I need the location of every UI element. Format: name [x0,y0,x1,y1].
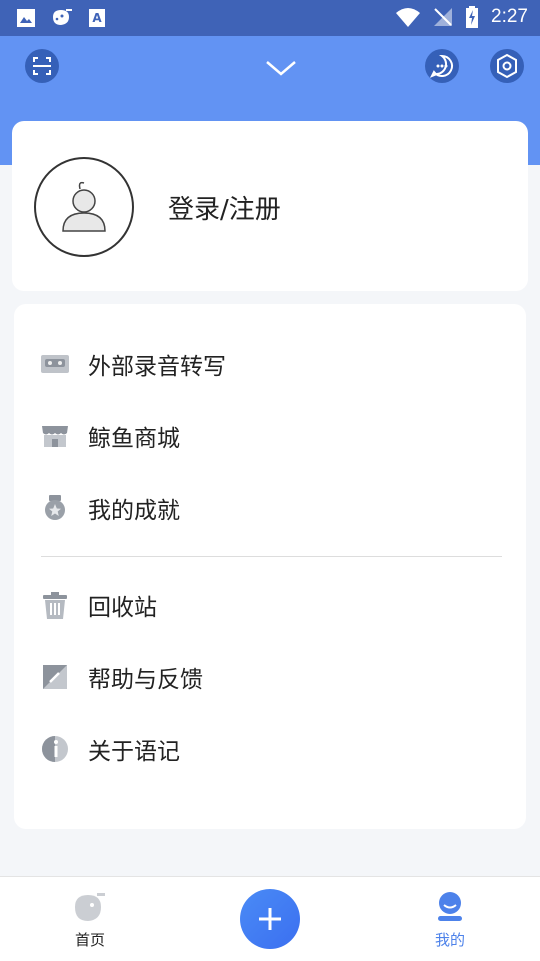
menu-item-label: 帮助与反馈 [88,667,203,693]
wifi-icon [396,8,421,27]
plus-icon [259,908,281,930]
info-icon [42,736,68,762]
tab-home[interactable]: 首页 [30,877,150,961]
scan-icon[interactable] [24,48,60,84]
profile-card[interactable]: 登录/注册 [12,121,528,291]
menu-card: 外部录音转写 鲸鱼商城 我的成就 回收站 帮助与反馈 关于语记 [14,304,526,829]
avatar[interactable] [34,157,134,257]
menu-item-whale-store[interactable]: 鲸鱼商城 [14,406,526,466]
store-icon [42,426,68,447]
cassette-icon [41,355,69,373]
tab-label: 我的 [434,931,465,949]
svg-text:A: A [92,11,102,25]
menu-divider [41,556,502,557]
whale-notification-icon [53,9,72,25]
menu-item-achievements[interactable]: 我的成就 [14,478,526,538]
default-avatar-icon [62,181,106,232]
trash-icon [43,592,67,619]
login-register-link[interactable]: 登录/注册 [168,189,281,226]
chevron-down-icon[interactable] [265,58,297,78]
feedback-edit-icon [43,665,67,689]
font-notification-icon: A [89,9,105,27]
tab-mine[interactable]: 我的 [390,877,510,961]
menu-item-label: 鲸鱼商城 [88,426,180,452]
whale-home-icon [75,893,105,921]
add-recording-button[interactable] [240,889,300,949]
menu-item-about[interactable]: 关于语记 [14,719,526,779]
person-icon [438,892,462,921]
settings-icon[interactable] [489,48,525,84]
tab-label: 首页 [74,931,105,949]
status-bar: A 2:27 [0,0,540,36]
menu-item-label: 我的成就 [88,498,180,524]
menu-item-label: 关于语记 [88,739,180,765]
menu-item-help-feedback[interactable]: 帮助与反馈 [14,647,526,707]
image-notification-icon [17,9,35,27]
no-signal-icon [434,8,453,26]
menu-item-external-recording[interactable]: 外部录音转写 [14,334,526,394]
message-icon[interactable] [424,48,460,84]
menu-item-recycle-bin[interactable]: 回收站 [14,575,526,635]
menu-item-label: 回收站 [88,595,157,621]
bottom-nav: 首页 我的 [0,876,540,961]
menu-item-label: 外部录音转写 [88,354,226,380]
status-time: 2:27 [491,6,528,27]
medal-icon [45,495,65,520]
battery-charging-icon [466,6,479,28]
